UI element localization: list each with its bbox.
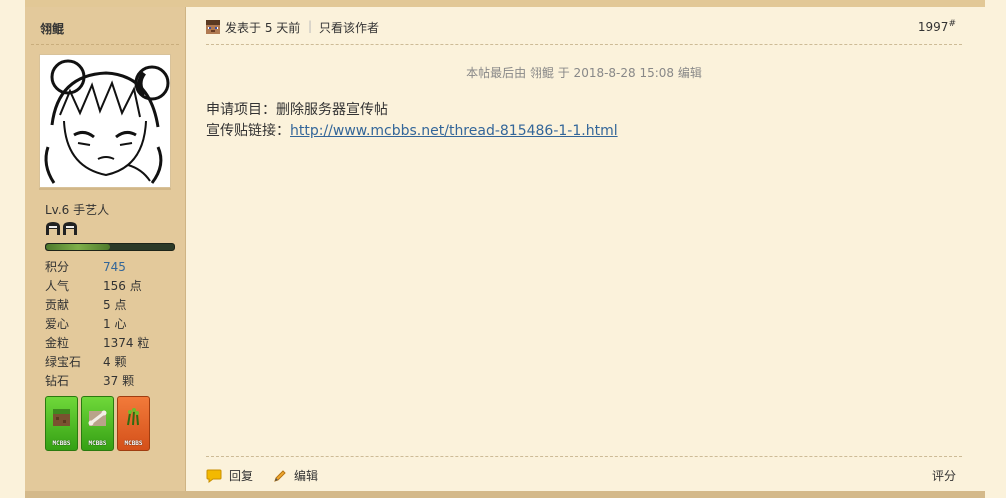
- stat-row: 人气 156 点: [45, 277, 175, 296]
- badge-label: MCBBS: [52, 440, 71, 447]
- link-label: 宣传贴链接：: [206, 123, 290, 139]
- user-level: Lv.6 手艺人: [45, 203, 110, 217]
- stat-label: 积分: [45, 260, 70, 274]
- stat-label: 爱心: [45, 317, 70, 331]
- stat-label: 贡献: [45, 298, 70, 312]
- stat-value: 1374 粒: [103, 336, 150, 350]
- content-line: 宣传贴链接：http://www.mcbbs.net/thread-815486…: [206, 121, 618, 142]
- level-progress-fill: [46, 244, 110, 250]
- edit-note: 本帖最后由 翎鲲 于 2018-8-28 15:08 编辑: [466, 66, 702, 80]
- user-stats: 积分 745 人气 156 点贡献 5 点爱心 1 心金粒 1374 粒绿宝石 4 颗钻石 37…: [45, 258, 175, 391]
- thread-link[interactable]: http://www.mcbbs.net/thread-815486-1-1.h…: [290, 123, 618, 139]
- stat-value: 4 颗: [103, 355, 127, 369]
- stat-value: 37 颗: [103, 374, 135, 388]
- steve-head-icon: [206, 20, 220, 34]
- helmet-icon: [46, 222, 77, 235]
- author-name[interactable]: 翎鲲: [40, 20, 64, 37]
- pencil-icon: [274, 470, 286, 482]
- stat-label: 人气: [45, 279, 70, 293]
- post-footer: 回复 编辑 评分: [206, 456, 962, 492]
- wheat-seed-icon: [127, 408, 139, 426]
- level-progress-bar: [45, 243, 175, 251]
- floor-number[interactable]: 1997#: [918, 19, 956, 34]
- post-top-border: [25, 0, 985, 7]
- badge-label: MCBBS: [88, 440, 107, 447]
- stat-value: 5 点: [103, 298, 127, 312]
- reply-button[interactable]: 回复: [206, 467, 253, 484]
- content-line: 申请项目：删除服务器宣传帖: [206, 102, 388, 118]
- dirt-block-icon: [53, 409, 70, 426]
- author-sidebar: 翎鲲 Lv.6 手艺人 积分 745 人气 156 点 贡献 5 点 爱心 1 …: [25, 7, 186, 491]
- badge-label: MCBBS: [124, 440, 143, 447]
- stat-row: 绿宝石 4 颗: [45, 353, 175, 372]
- medal-badge[interactable]: MCBBS: [81, 396, 114, 451]
- speech-bubble-icon: [206, 469, 222, 483]
- stat-value: 1 心: [103, 317, 127, 331]
- stat-row: 爱心 1 心: [45, 315, 175, 334]
- edit-button[interactable]: 编辑: [273, 467, 318, 484]
- avatar-image: [40, 55, 170, 187]
- rate-button[interactable]: 评分: [932, 467, 956, 484]
- stat-label: 绿宝石: [45, 355, 82, 369]
- stat-row: 积分 745: [45, 258, 175, 277]
- post-bottom-border: [25, 491, 985, 498]
- left-gutter: [0, 0, 25, 498]
- edit-label: 编辑: [294, 469, 319, 483]
- stat-value[interactable]: 745: [103, 258, 126, 277]
- post-header: 发表于 5 天前 | 只看该作者 1997#: [206, 13, 962, 45]
- medal-badges: MCBBS MCBBS MCBBS: [45, 396, 150, 451]
- divider: [31, 44, 179, 45]
- floor-mark: #: [948, 19, 956, 29]
- avatar[interactable]: [39, 54, 171, 188]
- stat-value: 156 点: [103, 279, 142, 293]
- stat-label: 钻石: [45, 374, 70, 388]
- stat-label: 金粒: [45, 336, 70, 350]
- medal-badge[interactable]: MCBBS: [117, 396, 150, 451]
- right-gutter: [985, 0, 1006, 498]
- level-icons: [45, 221, 79, 237]
- medal-badge[interactable]: MCBBS: [45, 396, 78, 451]
- stat-row: 贡献 5 点: [45, 296, 175, 315]
- stat-row: 钻石 37 颗: [45, 372, 175, 391]
- author-only-link[interactable]: 只看该作者: [319, 19, 379, 36]
- post-content: 申请项目：删除服务器宣传帖 宣传贴链接：http://www.mcbbs.net…: [206, 100, 618, 142]
- stat-row: 金粒 1374 粒: [45, 334, 175, 353]
- floor-value: 1997: [917, 20, 949, 34]
- reply-label: 回复: [229, 469, 254, 483]
- bone-icon: [88, 410, 107, 426]
- post-time: 发表于 5 天前: [225, 21, 301, 35]
- separator: |: [308, 19, 313, 33]
